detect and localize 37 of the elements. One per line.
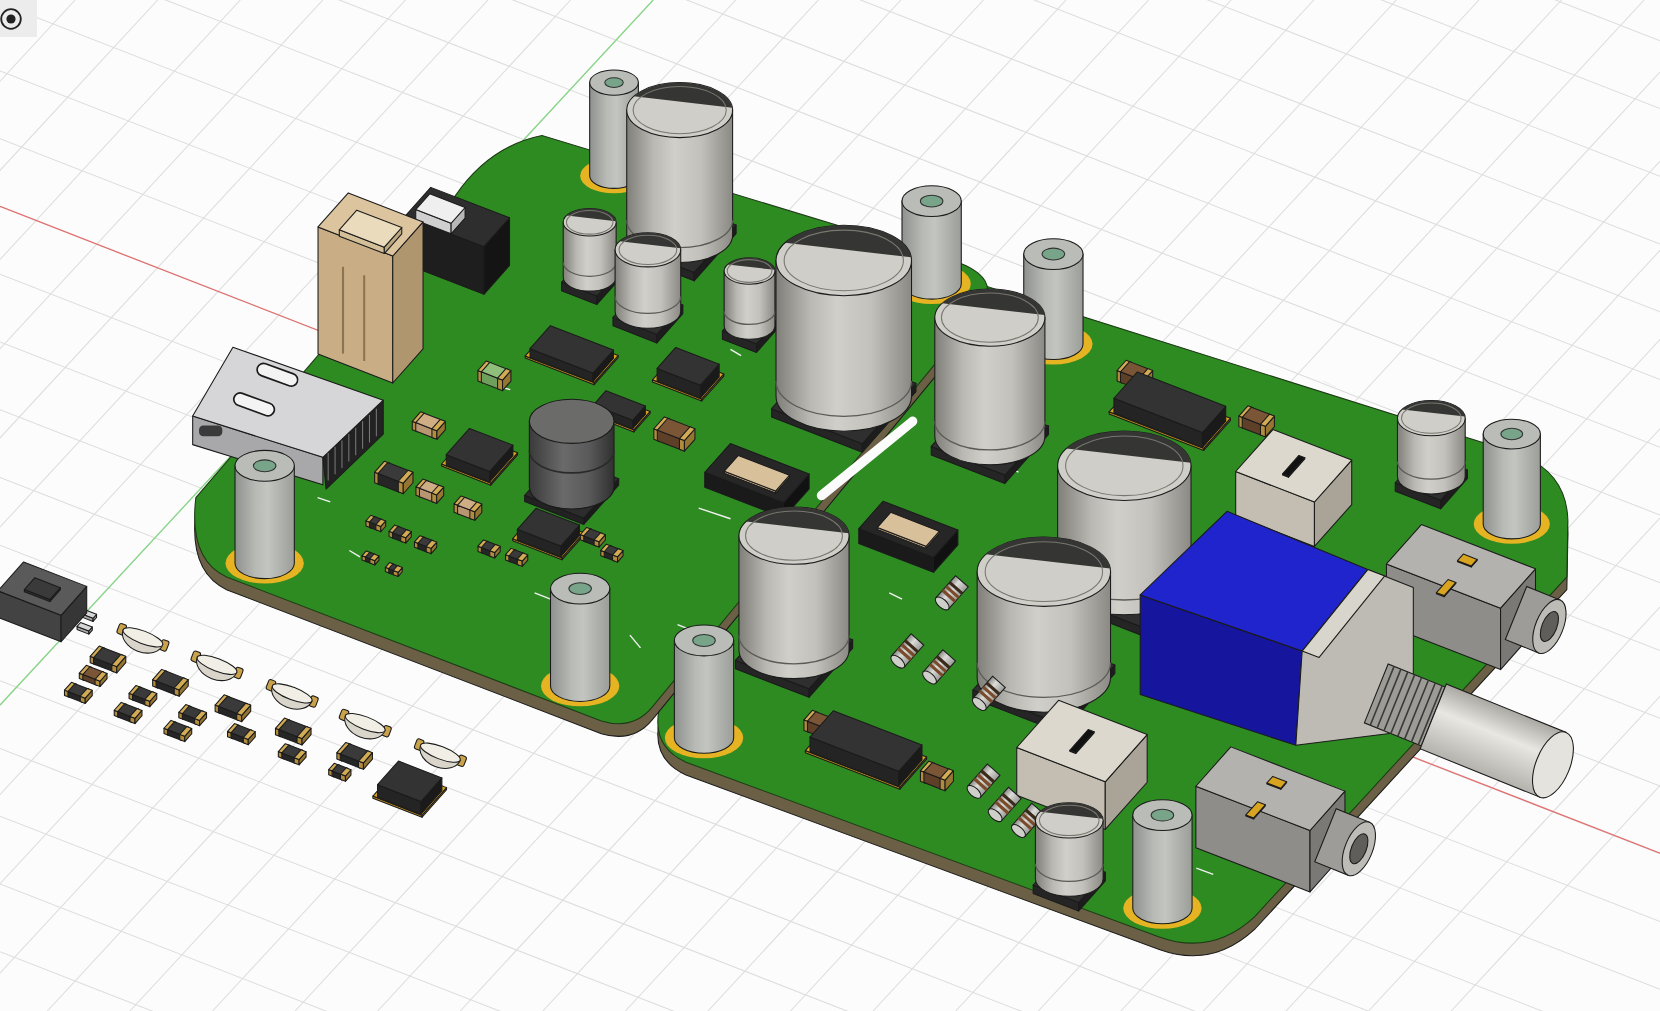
smd-component (361, 550, 380, 566)
smd-component (384, 562, 403, 578)
smd-component (63, 681, 93, 704)
smd-component (113, 701, 143, 725)
smd-component (274, 717, 312, 746)
smd-component (388, 524, 412, 544)
smd-component (653, 416, 696, 452)
led (338, 708, 393, 740)
smd-component (78, 664, 108, 688)
smd-component (453, 495, 483, 521)
smd-component (415, 478, 445, 504)
smd-component (505, 547, 529, 567)
smd-component (477, 539, 501, 559)
smd-component (152, 668, 189, 697)
target-button[interactable] (0, 0, 37, 37)
smd-component (227, 723, 256, 746)
resistor (987, 786, 1022, 823)
smd-component (163, 719, 193, 743)
smd-component (600, 543, 624, 563)
smd-component (413, 535, 438, 555)
target-icon (0, 8, 22, 30)
smd-component (214, 694, 252, 723)
smd-component (128, 684, 158, 708)
led (189, 649, 245, 682)
smd-component (178, 704, 208, 727)
smd-component (919, 760, 954, 792)
smd-component (277, 743, 307, 766)
smd-component (1238, 405, 1275, 438)
led (115, 622, 171, 654)
smd-component (365, 514, 387, 533)
led (265, 678, 320, 710)
resistor (971, 675, 1007, 711)
smd-component (579, 526, 606, 548)
smd-component (477, 360, 512, 392)
smd-component (374, 460, 414, 495)
smd-component (411, 411, 446, 440)
led (413, 737, 468, 769)
